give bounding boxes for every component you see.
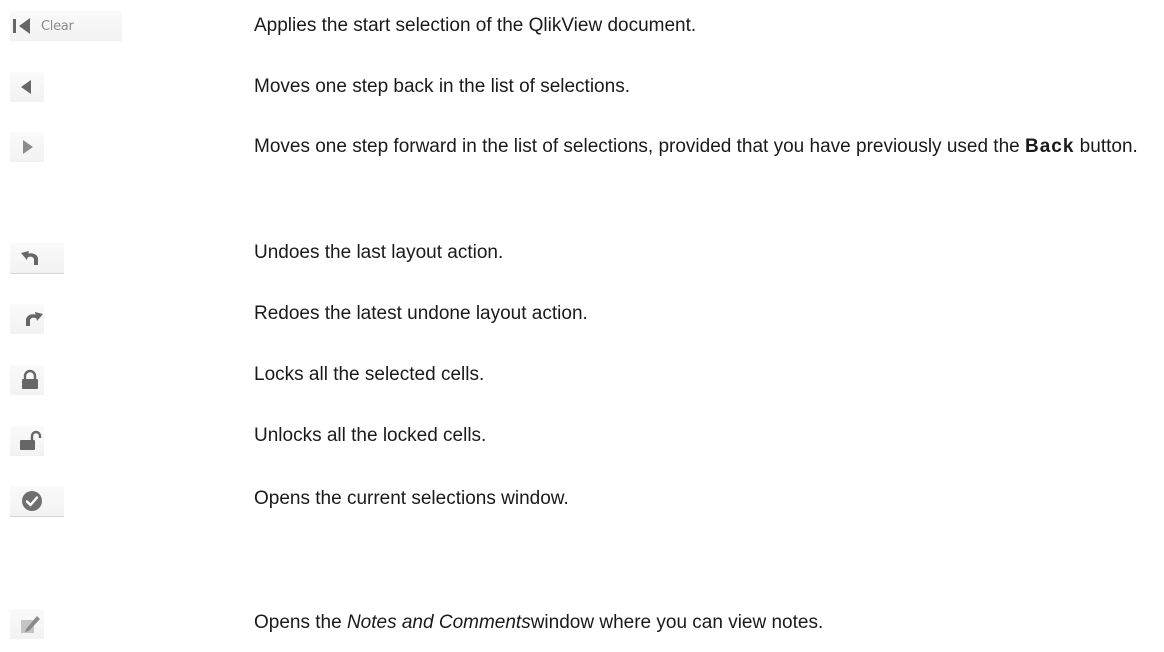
row-description: Applies the start selection of the QlikV…: [254, 15, 697, 36]
clear-button[interactable]: Clear: [10, 11, 122, 41]
undo-icon: [21, 251, 38, 265]
back-button[interactable]: [10, 72, 120, 102]
current-selections-icon: [22, 491, 42, 511]
row-description: Moves one step forward in the list of se…: [254, 130, 1160, 164]
description-text: Moves one step forward in the list of se…: [254, 136, 1025, 157]
first-step-icon: [13, 18, 30, 34]
row-description: Moves one step back in the list of selec…: [254, 76, 630, 97]
unlock-icon: [20, 430, 42, 450]
redo-button[interactable]: [10, 304, 120, 334]
notes-and-comments-reference: Notes and Comments: [346, 612, 531, 633]
notes-button[interactable]: [10, 609, 120, 639]
redo-icon: [26, 312, 43, 326]
lock-icon: [22, 369, 38, 389]
back-arrow-icon: [21, 80, 31, 94]
row-description: Unlocks all the locked cells.: [254, 425, 487, 446]
row-description: Opens the Notes and Commentswindow where…: [254, 606, 1160, 640]
back-button-reference: Back: [1024, 136, 1075, 157]
lock-button[interactable]: [10, 365, 120, 395]
forward-arrow-icon: [23, 140, 33, 154]
row-description: Undoes the last layout action.: [254, 242, 504, 263]
row-description: Opens the current selections window.: [254, 488, 569, 509]
clear-label: Clear: [41, 18, 74, 34]
description-text: Opens the: [254, 612, 347, 633]
undo-button[interactable]: [10, 243, 120, 274]
row-description: Redoes the latest undone layout action.: [254, 303, 588, 324]
notes-pencil-icon: [21, 616, 40, 633]
description-text: button.: [1074, 136, 1138, 157]
current-selections-button[interactable]: [10, 486, 120, 517]
unlock-button[interactable]: [10, 426, 120, 456]
description-text: window where you can view notes.: [530, 612, 824, 633]
row-description: Locks all the selected cells.: [254, 364, 485, 385]
forward-button[interactable]: [10, 132, 120, 162]
